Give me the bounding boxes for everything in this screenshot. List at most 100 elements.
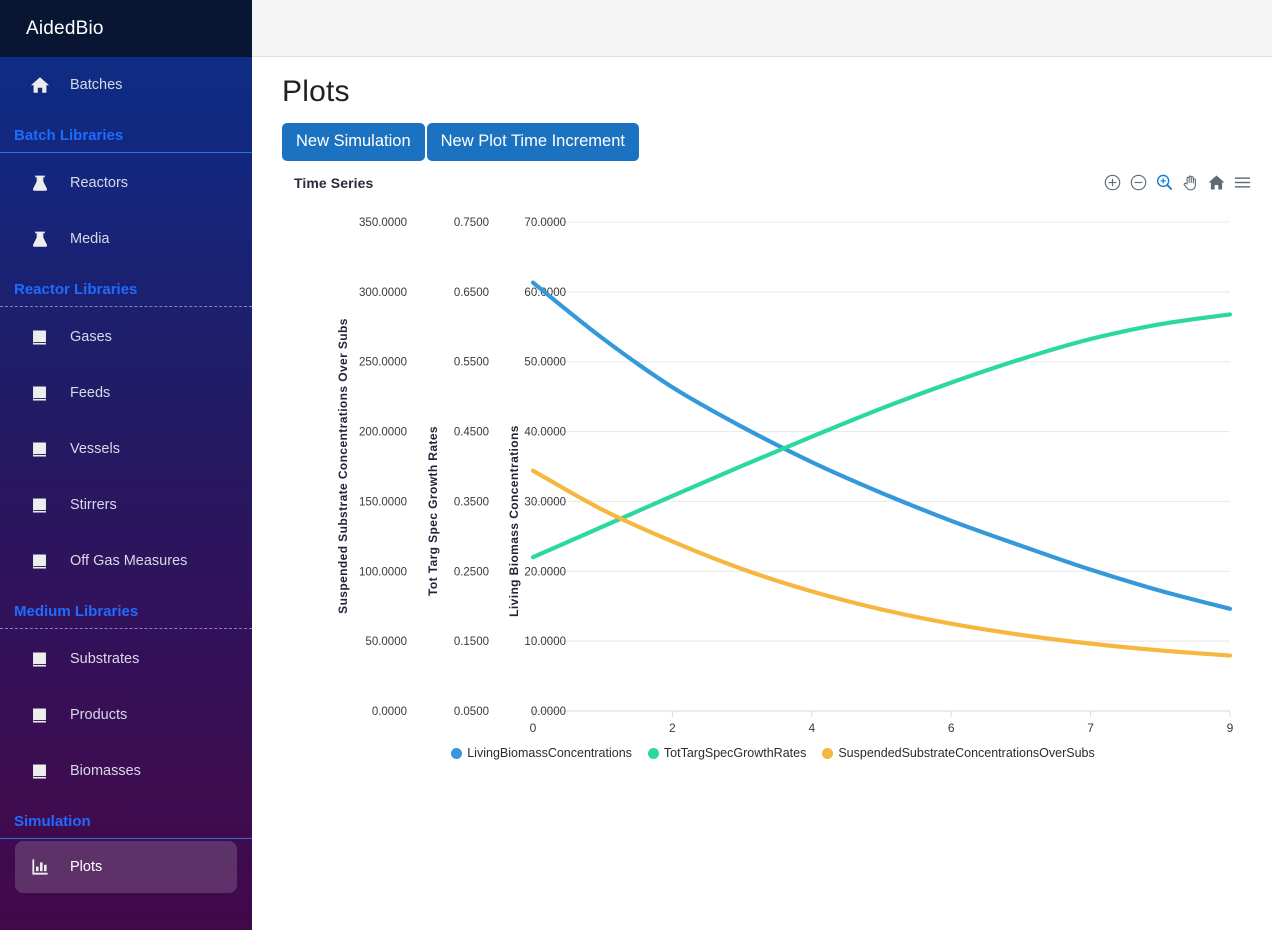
series-line-SuspendedSubstrateConcentrationsOverSubs[interactable] <box>530 468 1233 658</box>
y-tick-label: 0.4500 <box>454 427 489 439</box>
y-tick-label: 30.0000 <box>524 496 566 508</box>
flask-icon <box>30 173 56 193</box>
sidebar-item-biomasses[interactable]: Biomasses <box>0 743 252 799</box>
y-tick-label: 50.0000 <box>365 636 407 648</box>
sidebar-item-label: Products <box>70 707 128 723</box>
plot-toolbar <box>1103 173 1252 192</box>
book-icon <box>30 552 56 571</box>
bar-chart-icon <box>30 857 56 877</box>
legend-color-dot <box>822 747 834 759</box>
book-icon <box>30 706 56 725</box>
y-tick-label: 200.0000 <box>359 427 407 439</box>
plot-header: Time Series <box>282 173 1264 201</box>
y-tick-label: 0.6500 <box>454 287 489 299</box>
y-tick-label: 0.0500 <box>454 706 489 718</box>
book-icon <box>30 440 56 459</box>
x-tick-label: 2 <box>669 721 676 735</box>
y-tick-label: 20.0000 <box>524 566 566 578</box>
main-area: Plots New Simulation New Plot Time Incre… <box>252 0 1272 930</box>
sidebar-item-reactors[interactable]: Reactors <box>0 155 252 211</box>
time-series-chart[interactable]: 0 2 4 6 7 9 350.0000 300.0000 250.0000 200.0000 15… <box>282 201 1264 761</box>
book-icon <box>30 384 56 403</box>
chart-x-axis: 0 2 4 6 7 9 <box>530 710 1234 735</box>
chart-gridlines <box>533 221 1230 712</box>
zoom-out-icon[interactable] <box>1129 173 1148 192</box>
x-tick-label: 6 <box>948 721 955 735</box>
sidebar-item-label: Batches <box>70 77 123 93</box>
sidebar-section-simulation: Simulation <box>14 813 91 830</box>
app-brand: AidedBio <box>0 0 252 57</box>
y-tick-label: 0.7500 <box>454 217 489 229</box>
sidebar-item-off-gas-measures[interactable]: Off Gas Measures <box>0 533 252 589</box>
legend-color-dot <box>647 747 659 759</box>
sidebar-item-plots[interactable]: Plots <box>15 841 237 893</box>
sidebar-item-feeds[interactable]: Feeds <box>0 365 252 421</box>
legend-item-LivingBiomassConcentrations[interactable]: LivingBiomassConcentrations <box>451 746 632 760</box>
x-tick-label: 9 <box>1227 721 1234 735</box>
action-button-row: New Simulation New Plot Time Increment <box>282 123 1272 161</box>
y-axis-title: Suspended Substrate Concentrations Over … <box>336 318 350 614</box>
y-tick-label: 350.0000 <box>359 217 407 229</box>
y-tick-label: 0.2500 <box>454 566 489 578</box>
y-tick-label: 300.0000 <box>359 287 407 299</box>
legend-label: TotTargSpecGrowthRates <box>663 746 807 760</box>
sidebar-item-media[interactable]: Media <box>0 211 252 267</box>
sidebar-item-batches[interactable]: Batches <box>0 57 252 113</box>
sidebar-item-label: Feeds <box>70 385 111 401</box>
y-tick-label: 50.0000 <box>524 357 566 369</box>
y-axis-title: Living Biomass Concentrations <box>507 425 521 617</box>
y-tick-label: 40.0000 <box>524 427 566 439</box>
home-icon <box>30 75 56 95</box>
sidebar-section-reactor-libraries: Reactor Libraries <box>14 281 138 298</box>
y-tick-label: 0.0000 <box>372 706 407 718</box>
legend-label: LivingBiomassConcentrations <box>467 746 632 760</box>
chart-series-group <box>530 280 1233 658</box>
sidebar-divider <box>0 152 252 153</box>
series-line-TotTargSpecGrowthRates[interactable] <box>530 312 1233 560</box>
legend-item-TotTargSpecGrowthRates[interactable]: TotTargSpecGrowthRates <box>647 746 807 760</box>
new-plot-time-increment-button[interactable]: New Plot Time Increment <box>426 123 639 161</box>
sidebar-item-vessels[interactable]: Vessels <box>0 421 252 477</box>
y-tick-label: 0.3500 <box>454 496 489 508</box>
sidebar-item-label: Reactors <box>70 175 129 191</box>
y-axis-title: Tot Targ Spec Growth Rates <box>426 426 440 596</box>
chart-container[interactable]: 0 2 4 6 7 9 350.0000 300.0000 250.0000 200.0000 15… <box>282 201 1264 781</box>
sidebar: AidedBio Batches Batch Libraries Reactors M… <box>0 0 252 930</box>
home-reset-icon[interactable] <box>1207 173 1226 192</box>
page-content: Plots New Simulation New Plot Time Incre… <box>252 57 1272 781</box>
app-root: AidedBio Batches Batch Libraries Reactors M… <box>0 0 1272 930</box>
sidebar-section-batch-libraries: Batch Libraries <box>14 127 124 144</box>
zoom-in-icon[interactable] <box>1103 173 1122 192</box>
sidebar-item-label: Substrates <box>70 651 140 667</box>
sidebar-item-substrates[interactable]: Substrates <box>0 631 252 687</box>
y-tick-label: 0.1500 <box>454 636 489 648</box>
plot-panel: Time Series 0 2 4 6 7 9 350.0000 300.000… <box>282 173 1264 781</box>
x-tick-label: 7 <box>1087 721 1094 735</box>
zoom-select-icon[interactable] <box>1155 173 1174 192</box>
sidebar-item-label: Off Gas Measures <box>70 553 188 569</box>
y-tick-label: 0.0000 <box>531 706 566 718</box>
top-header-bar <box>252 0 1272 57</box>
y-tick-label: 100.0000 <box>359 566 407 578</box>
menu-hamburger-icon[interactable] <box>1233 173 1252 192</box>
y-tick-label: 0.5500 <box>454 357 489 369</box>
sidebar-divider <box>0 306 252 307</box>
legend-item-SuspendedSubstrateConcentrationsOverSubs[interactable]: SuspendedSubstrateConcentrationsOverSubs <box>822 746 1095 760</box>
book-icon <box>30 328 56 347</box>
y-tick-label: 10.0000 <box>524 636 566 648</box>
sidebar-item-stirrers[interactable]: Stirrers <box>0 477 252 533</box>
sidebar-item-gases[interactable]: Gases <box>0 309 252 365</box>
sidebar-item-products[interactable]: Products <box>0 687 252 743</box>
book-icon <box>30 650 56 669</box>
sidebar-item-label: Biomasses <box>70 763 141 779</box>
sidebar-item-label: Plots <box>70 859 103 875</box>
pan-hand-icon[interactable] <box>1181 173 1200 192</box>
x-tick-label: 4 <box>808 721 815 735</box>
sidebar-item-label: Gases <box>70 329 112 345</box>
legend-label: SuspendedSubstrateConcentrationsOverSubs <box>838 746 1095 760</box>
sidebar-divider <box>0 628 252 629</box>
sidebar-section-medium-libraries: Medium Libraries <box>14 603 139 620</box>
new-simulation-button[interactable]: New Simulation <box>282 123 425 161</box>
y-tick-label: 150.0000 <box>359 496 407 508</box>
y-axis-0: 350.0000 300.0000 250.0000 200.0000 150.0000… <box>336 217 407 718</box>
